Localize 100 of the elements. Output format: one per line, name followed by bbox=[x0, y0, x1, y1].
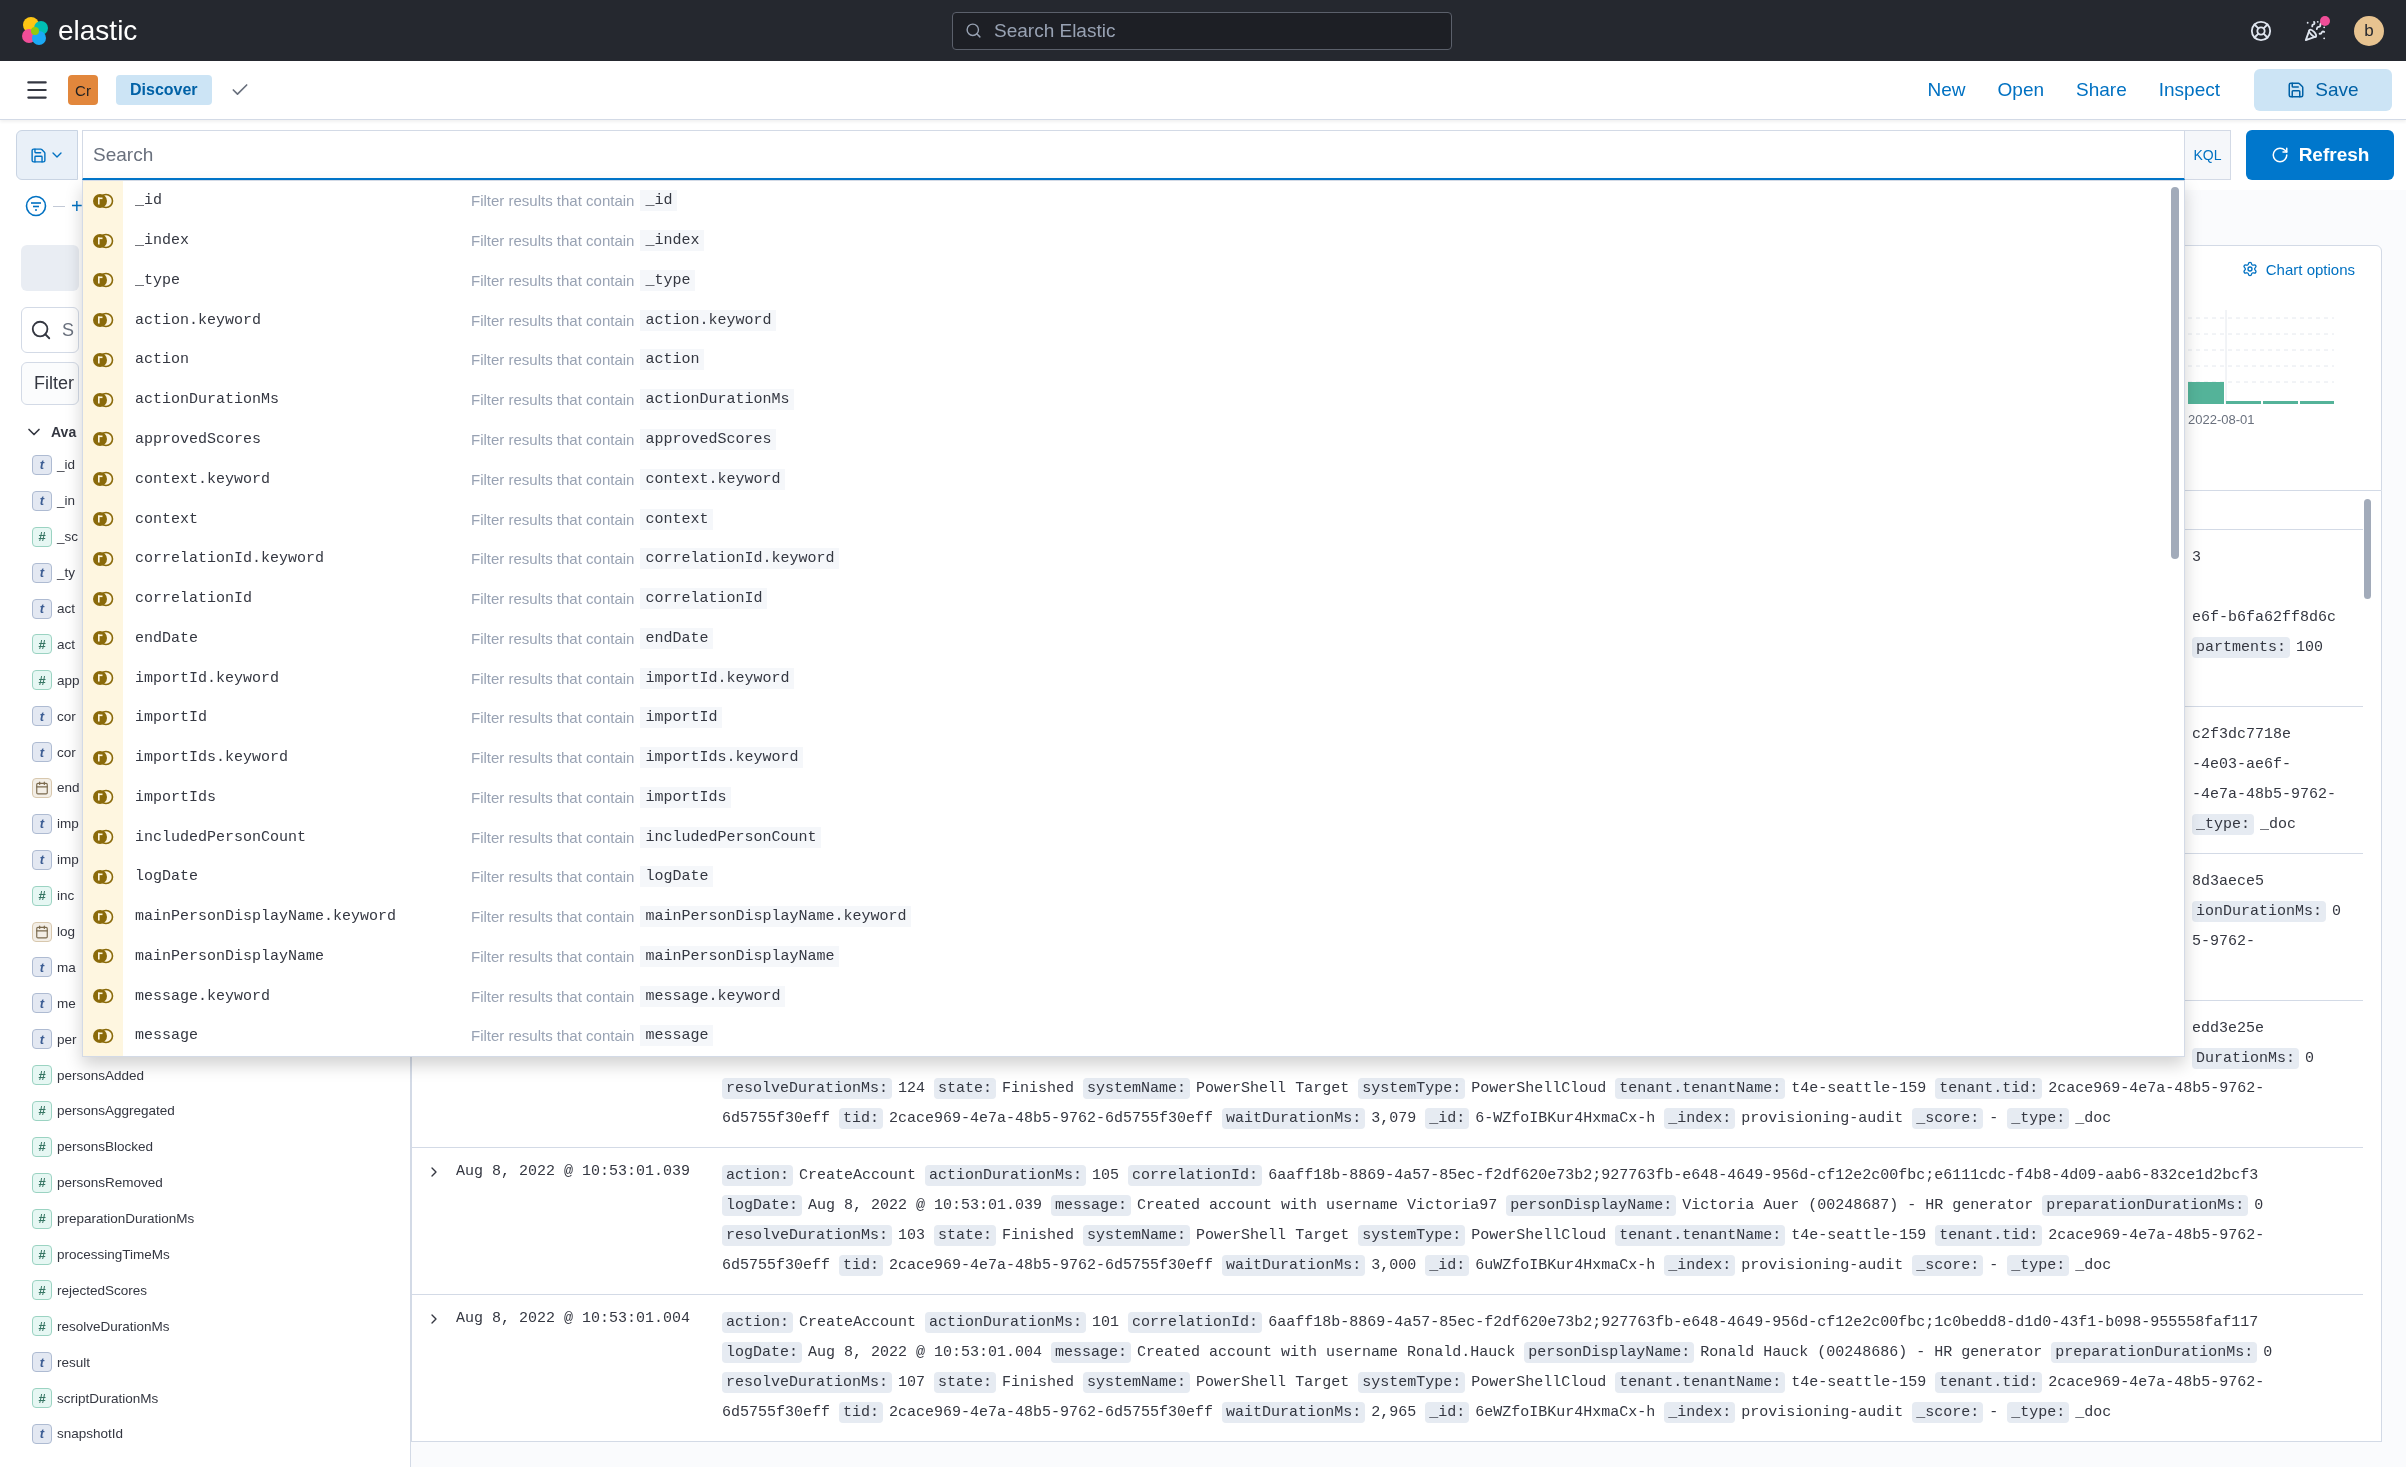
field-value: 107 bbox=[898, 1373, 926, 1391]
field-name[interactable]: _in bbox=[57, 493, 75, 509]
field-name: actionDurationMs: bbox=[925, 1311, 1087, 1333]
field-value: Finished bbox=[1002, 1226, 1075, 1244]
suggestion-item[interactable]: _index bbox=[123, 232, 471, 250]
filter-button[interactable]: Filter bbox=[21, 362, 79, 405]
field-icon bbox=[92, 988, 114, 1005]
field-name[interactable]: snapshotId bbox=[57, 1426, 124, 1442]
search-field[interactable]: Search Elastic bbox=[992, 18, 1439, 43]
scrollbar-thumb[interactable] bbox=[2171, 187, 2179, 559]
field-name[interactable]: imp bbox=[57, 852, 79, 868]
field-name[interactable]: scriptDurationMs bbox=[57, 1390, 159, 1406]
suggestion-value: action.keyword bbox=[640, 309, 777, 331]
suggestion-item[interactable]: correlationId.keyword bbox=[123, 550, 471, 568]
avatar[interactable]: b bbox=[2354, 15, 2384, 46]
suggestion-item[interactable]: message bbox=[123, 1027, 471, 1045]
field-value: t4e-seattle-159 bbox=[1791, 1226, 1927, 1244]
field-name: resolveDurationMs: bbox=[722, 1077, 893, 1099]
field-name[interactable]: _id bbox=[57, 457, 75, 473]
field-value: -4e03-ae6f- bbox=[2192, 755, 2292, 773]
suggestion-item[interactable]: action bbox=[123, 351, 471, 369]
nav-link[interactable]: Inspect bbox=[2158, 79, 2220, 101]
add-filter-button[interactable]: + bbox=[71, 194, 83, 218]
suggestion-value: actionDurationMs bbox=[640, 389, 795, 411]
suggestion-item[interactable]: message.keyword bbox=[123, 987, 471, 1005]
field-name[interactable]: _ty bbox=[57, 565, 75, 581]
field-name[interactable]: _sc bbox=[57, 529, 78, 545]
field-icon bbox=[92, 272, 114, 289]
field-value: 2cace969-4e7a-48b5-9762- bbox=[2048, 1373, 2265, 1391]
field-name[interactable]: log bbox=[57, 924, 75, 939]
suggestion-description: Filter results that contain bbox=[471, 192, 635, 210]
field-name[interactable]: personsBlocked bbox=[57, 1139, 154, 1155]
suggestion-item[interactable]: importIds bbox=[123, 788, 471, 806]
filter-icon[interactable] bbox=[25, 195, 47, 217]
field-name[interactable]: personsAdded bbox=[57, 1067, 145, 1083]
field-name[interactable]: personsAggregated bbox=[57, 1103, 175, 1119]
field-value: t4e-seattle-159 bbox=[1791, 1373, 1927, 1391]
suggestion-item[interactable]: mainPersonDisplayName.keyword bbox=[123, 908, 471, 926]
field-type: # bbox=[32, 634, 52, 655]
field-value: 3 bbox=[2192, 548, 2201, 566]
field-type: t bbox=[32, 454, 52, 475]
suggestion-value: correlationId bbox=[640, 588, 768, 610]
field-name[interactable]: act bbox=[57, 601, 75, 616]
field-name[interactable]: inc bbox=[57, 888, 75, 904]
field-name[interactable]: resolveDurationMs bbox=[57, 1318, 170, 1334]
suggestion-item[interactable]: approvedScores bbox=[123, 430, 471, 448]
field-name[interactable]: end bbox=[57, 780, 80, 796]
field-search-box[interactable]: S bbox=[21, 307, 79, 353]
suggestion-item[interactable]: logDate bbox=[123, 868, 471, 886]
suggestion-item[interactable]: action.keyword bbox=[123, 311, 471, 329]
field-name[interactable]: cor bbox=[57, 708, 76, 724]
suggestion-item[interactable]: importId bbox=[123, 709, 471, 727]
logo-icon bbox=[20, 15, 50, 46]
scrollbar-thumb[interactable] bbox=[2364, 499, 2371, 599]
save-button[interactable]: Save bbox=[2254, 69, 2392, 111]
suggestion-item[interactable]: importId.keyword bbox=[123, 669, 471, 687]
field-name[interactable]: app bbox=[57, 672, 80, 688]
chart-options-button[interactable]: Chart options bbox=[2235, 254, 2361, 284]
suggestion-item[interactable]: context bbox=[123, 510, 471, 528]
field-name[interactable]: personsRemoved bbox=[57, 1175, 163, 1191]
field-value: 2cace969-4e7a-48b5-9762-6d5755f30eff bbox=[889, 1109, 1214, 1127]
nav-link[interactable]: Open bbox=[1997, 79, 2045, 101]
suggestion-item[interactable]: importIds.keyword bbox=[123, 749, 471, 767]
nav-link[interactable]: New bbox=[1927, 79, 1966, 101]
saved-query-button[interactable] bbox=[16, 130, 78, 180]
field-name[interactable]: preparationDurationMs bbox=[57, 1211, 195, 1227]
field-type: t bbox=[32, 813, 52, 834]
suggestion-item[interactable]: mainPersonDisplayName bbox=[123, 947, 471, 965]
suggestion-item[interactable]: _type bbox=[123, 271, 471, 289]
field-value: 103 bbox=[898, 1226, 926, 1244]
field-value: 6d5755f30eff bbox=[722, 1109, 831, 1127]
suggestion-item[interactable]: _id bbox=[123, 192, 471, 210]
nav-link[interactable]: Share bbox=[2076, 79, 2127, 101]
suggestion-item[interactable]: endDate bbox=[123, 629, 471, 647]
suggestion-item[interactable]: includedPersonCount bbox=[123, 828, 471, 846]
field-name[interactable]: me bbox=[57, 995, 76, 1011]
suggestion-value: correlationId.keyword bbox=[640, 548, 840, 570]
refresh-button[interactable]: Refresh bbox=[2246, 130, 2394, 180]
field-value: Finished bbox=[1002, 1079, 1075, 1097]
space-badge[interactable]: Cr bbox=[68, 75, 98, 105]
field-name[interactable]: per bbox=[57, 1031, 77, 1047]
suggestion-item[interactable]: correlationId bbox=[123, 590, 471, 608]
field-name[interactable]: result bbox=[57, 1354, 90, 1370]
suggestion-item[interactable]: actionDurationMs bbox=[123, 391, 471, 409]
field-value: Victoria Auer (00248687) - HR generator bbox=[1682, 1196, 2034, 1214]
field-name: ionDurationMs: bbox=[2192, 900, 2327, 922]
field-name[interactable]: processingTimeMs bbox=[57, 1247, 170, 1263]
save-icon bbox=[2287, 81, 2306, 99]
field-name[interactable]: ma bbox=[57, 959, 76, 975]
app-breadcrumb[interactable]: Discover bbox=[116, 75, 212, 105]
search-box[interactable]: Search Elastic bbox=[952, 11, 1452, 50]
field-value: 0 bbox=[2263, 1343, 2273, 1361]
language-button[interactable]: KQL bbox=[2185, 130, 2231, 180]
field-name[interactable]: cor bbox=[57, 744, 76, 760]
field-name[interactable]: imp bbox=[57, 816, 79, 832]
field-search[interactable]: S bbox=[62, 310, 78, 350]
field-icon bbox=[92, 1027, 114, 1044]
field-name[interactable]: act bbox=[57, 636, 75, 652]
suggestion-item[interactable]: context.keyword bbox=[123, 470, 471, 488]
field-name[interactable]: rejectedScores bbox=[57, 1282, 148, 1298]
